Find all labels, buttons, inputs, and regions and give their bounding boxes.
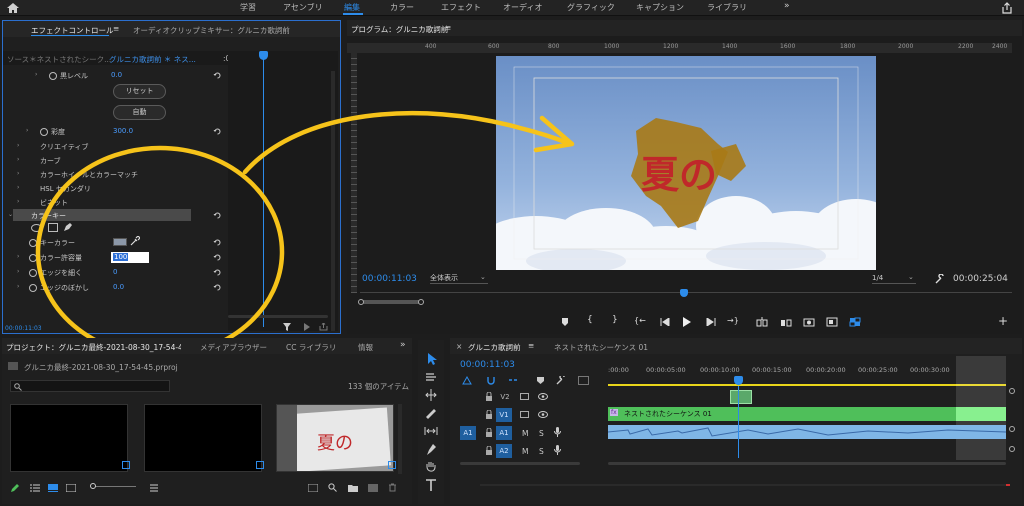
timeline-timecode[interactable]: 00:00:11:03 [460, 360, 515, 370]
project-scrollbar[interactable] [398, 404, 402, 474]
timeline-ruler-label: 00:00:15:00 [752, 366, 792, 374]
project-thumbnail[interactable]: 夏の [276, 404, 394, 472]
thumbnail-size-slider[interactable] [92, 486, 136, 487]
eye-icon[interactable] [538, 411, 548, 418]
sequence-badge-icon [256, 461, 264, 469]
timeline-ruler-label: 00:00:05:00 [646, 366, 686, 374]
timeline-ruler-label: 00:00:10:00 [700, 366, 740, 374]
clip-a1-audio[interactable] [608, 425, 1006, 439]
timeline-panel: × グルニカ歌詞前 ≡ ネストされたシーケンス 01 00:00:11:03 :… [450, 338, 1022, 504]
timeline-ruler-label: 00:00:30:00 [910, 366, 950, 374]
scroll-handle[interactable] [1009, 426, 1015, 432]
project-file-icon [8, 362, 18, 370]
audio-clip-indicator [1006, 484, 1010, 486]
timeline-ruler-label: 00:00:20:00 [806, 366, 846, 374]
list-view-icon[interactable] [30, 484, 40, 492]
razor-tool-icon[interactable] [423, 406, 439, 420]
automate-icon[interactable] [308, 484, 318, 492]
hand-tool-icon[interactable] [423, 460, 439, 474]
timeline-tabbar [450, 338, 1022, 354]
sequence-badge-icon [388, 461, 396, 469]
project-thumbnail[interactable] [144, 404, 262, 472]
sequence-badge-icon [122, 461, 130, 469]
audio-meter [480, 484, 1010, 486]
project-overflow-button[interactable]: » [400, 340, 406, 350]
trash-icon[interactable] [388, 483, 397, 492]
pen-tool-icon[interactable] [423, 442, 439, 456]
timeline-ruler-label: 00:00:25:00 [858, 366, 898, 374]
captions-icon[interactable] [578, 376, 589, 385]
tab-media-browser[interactable]: メディアブラウザー [200, 342, 267, 353]
scroll-handle[interactable] [1009, 388, 1015, 394]
timeline-horizontal-scroller[interactable] [608, 462, 1006, 465]
close-tab-icon[interactable]: × [456, 342, 462, 351]
timeline-playhead-handle[interactable] [734, 376, 743, 385]
sync-lock-icon[interactable] [520, 411, 529, 418]
microphone-icon[interactable] [554, 427, 561, 437]
project-panel: プロジェクト：グルニカ最終-2021-08-30_17-54-4 メディアブラウ… [2, 338, 412, 504]
pencil-icon[interactable] [10, 483, 20, 493]
scroll-handle[interactable] [1009, 446, 1015, 452]
lock-icon[interactable] [485, 410, 493, 419]
clip-v2[interactable] [730, 390, 752, 404]
mute-button[interactable]: M [522, 429, 528, 438]
new-item-icon[interactable] [368, 484, 378, 492]
lock-icon[interactable] [485, 392, 493, 401]
tab-nested-sequence[interactable]: ネストされたシーケンス 01 [554, 342, 648, 353]
clip-v1-tail [956, 407, 1006, 421]
track-a1-label[interactable]: A1 [496, 426, 512, 440]
clip-v1-nested-sequence[interactable]: fx ネストされたシーケンス 01 [608, 407, 1006, 421]
fx-badge: fx [610, 409, 618, 416]
selection-tool-icon[interactable] [423, 352, 439, 366]
type-tool-icon[interactable] [423, 478, 439, 492]
microphone-icon[interactable] [554, 445, 561, 455]
tab-project[interactable]: プロジェクト：グルニカ最終-2021-08-30_17-54-4 [6, 342, 181, 353]
timeline-menu-icon[interactable]: ≡ [528, 341, 534, 350]
audio-waveform [608, 427, 1006, 437]
track-v2-label[interactable]: V2 [497, 390, 513, 404]
wrench-icon[interactable] [556, 376, 566, 385]
track-height-scroller[interactable] [460, 462, 580, 465]
find-icon[interactable] [328, 483, 337, 492]
timeline-ruler-label: :00:00 [608, 366, 629, 374]
search-icon [14, 383, 22, 391]
ripple-edit-tool-icon[interactable] [423, 388, 439, 402]
new-bin-icon[interactable] [348, 484, 358, 492]
project-search-input[interactable] [10, 380, 170, 392]
tab-info[interactable]: 情報 [358, 342, 373, 353]
track-select-tool-icon[interactable] [423, 370, 439, 384]
add-marker-icon[interactable] [536, 376, 545, 385]
eye-icon[interactable] [538, 393, 548, 400]
solo-button[interactable]: S [539, 447, 544, 456]
nest-toggle-icon[interactable] [462, 376, 472, 385]
slider-handle[interactable] [90, 483, 96, 489]
project-item-count: 133 個のアイテム [348, 382, 409, 391]
icon-view-icon[interactable] [48, 484, 58, 492]
sync-lock-icon[interactable] [520, 393, 529, 400]
tools-panel [418, 340, 444, 504]
solo-button[interactable]: S [539, 429, 544, 438]
sort-icon[interactable] [150, 484, 162, 492]
linked-selection-icon[interactable] [508, 376, 518, 385]
lock-icon[interactable] [485, 446, 493, 455]
lock-icon[interactable] [485, 428, 493, 437]
source-track-a1[interactable]: A1 [460, 426, 476, 440]
slip-tool-icon[interactable] [423, 424, 439, 438]
tab-cc-libraries[interactable]: CC ライブラリ [286, 342, 336, 353]
tab-sequence-main[interactable]: グルニカ歌詞前 [468, 342, 521, 353]
project-file-name: グルニカ最終-2021-08-30_17-54-45.prproj [24, 363, 178, 372]
svg-text:夏の: 夏の [317, 433, 353, 454]
track-a2-label[interactable]: A2 [496, 444, 512, 458]
timeline-playhead-line [738, 386, 739, 458]
mute-button[interactable]: M [522, 447, 528, 456]
clip-v1-label: ネストされたシーケンス 01 [624, 410, 712, 418]
freeform-view-icon[interactable] [66, 484, 76, 492]
snap-icon[interactable] [486, 376, 496, 385]
project-thumbnail[interactable] [10, 404, 128, 472]
work-area-bar[interactable] [608, 384, 1006, 386]
track-v1-label[interactable]: V1 [496, 408, 512, 422]
